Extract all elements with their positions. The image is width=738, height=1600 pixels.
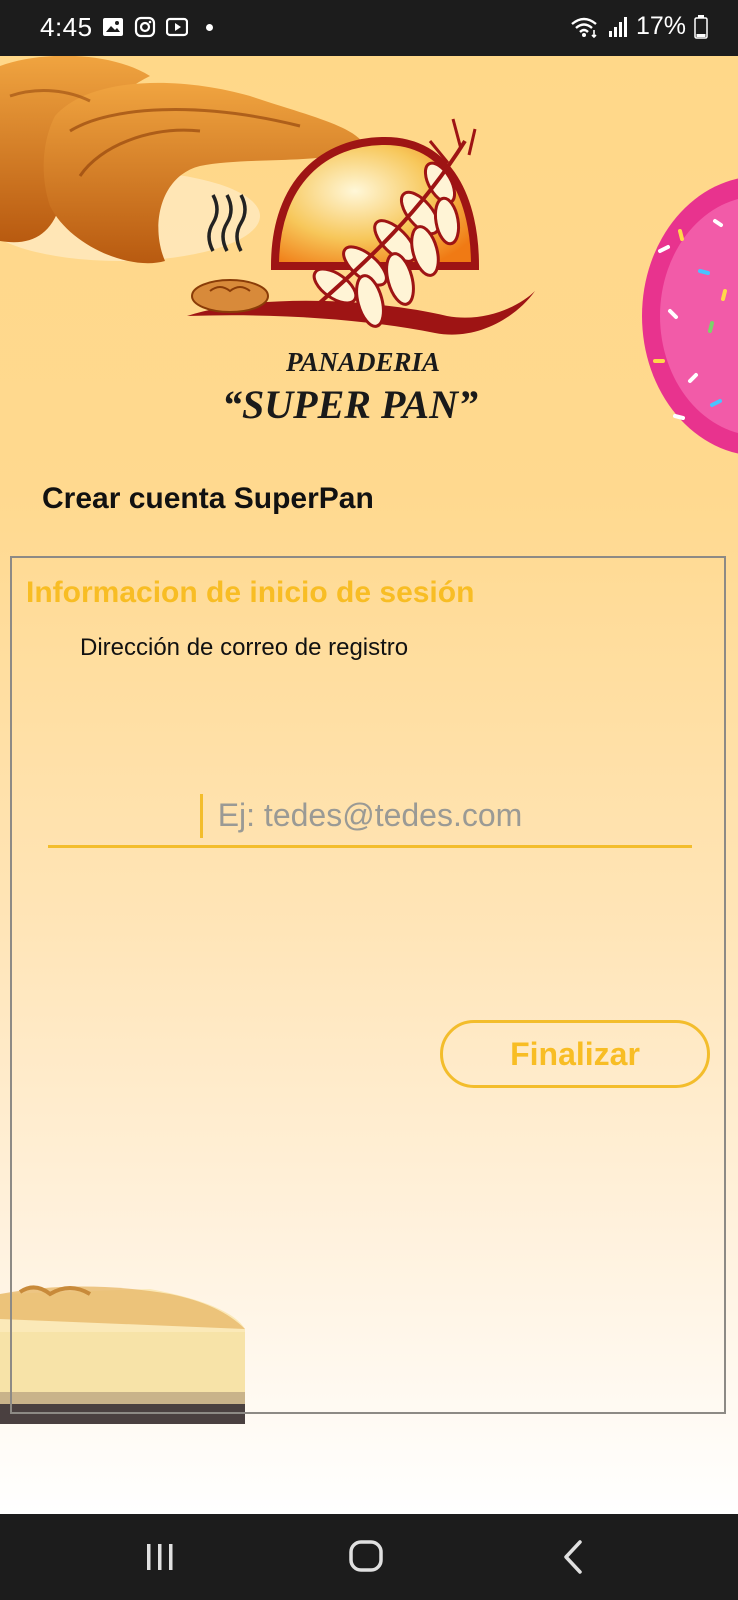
recents-icon[interactable] (135, 1536, 185, 1578)
status-bar: 4:45 17% (0, 0, 738, 56)
signal-icon (608, 16, 627, 37)
back-icon[interactable] (550, 1536, 600, 1578)
email-field[interactable] (48, 776, 692, 848)
finish-button[interactable]: Finalizar (440, 1020, 710, 1088)
battery-icon (694, 14, 708, 39)
status-time: 4:45 (40, 12, 93, 42)
email-input[interactable] (48, 792, 692, 838)
wifi-icon (571, 17, 597, 38)
status-system-icons: 17% (570, 12, 708, 41)
youtube-icon (166, 17, 188, 37)
instagram-icon (134, 16, 156, 38)
email-label: Dirección de correo de registro (80, 634, 409, 661)
app-screen: PANADERIA “SUPER PAN” Crear cuenta Super… (0, 56, 738, 1514)
notification-dot (206, 23, 213, 31)
logo-line2: “SUPER PAN” (222, 382, 478, 427)
gallery-icon (103, 18, 123, 36)
section-title: Informacion de inicio de sesión (26, 576, 475, 609)
donut-image (642, 178, 738, 454)
home-icon[interactable] (342, 1536, 392, 1578)
navigation-bar (0, 1514, 738, 1600)
login-info-panel: Informacion de inicio de sesión Direcció… (10, 556, 726, 1414)
text-cursor (200, 794, 203, 838)
page-title: Crear cuenta SuperPan (42, 482, 374, 515)
battery-percent: 17% (635, 12, 686, 40)
status-notification-icons (102, 16, 213, 38)
logo-line1: PANADERIA (285, 347, 440, 377)
bakery-logo: PANADERIA “SUPER PAN” (187, 118, 535, 427)
